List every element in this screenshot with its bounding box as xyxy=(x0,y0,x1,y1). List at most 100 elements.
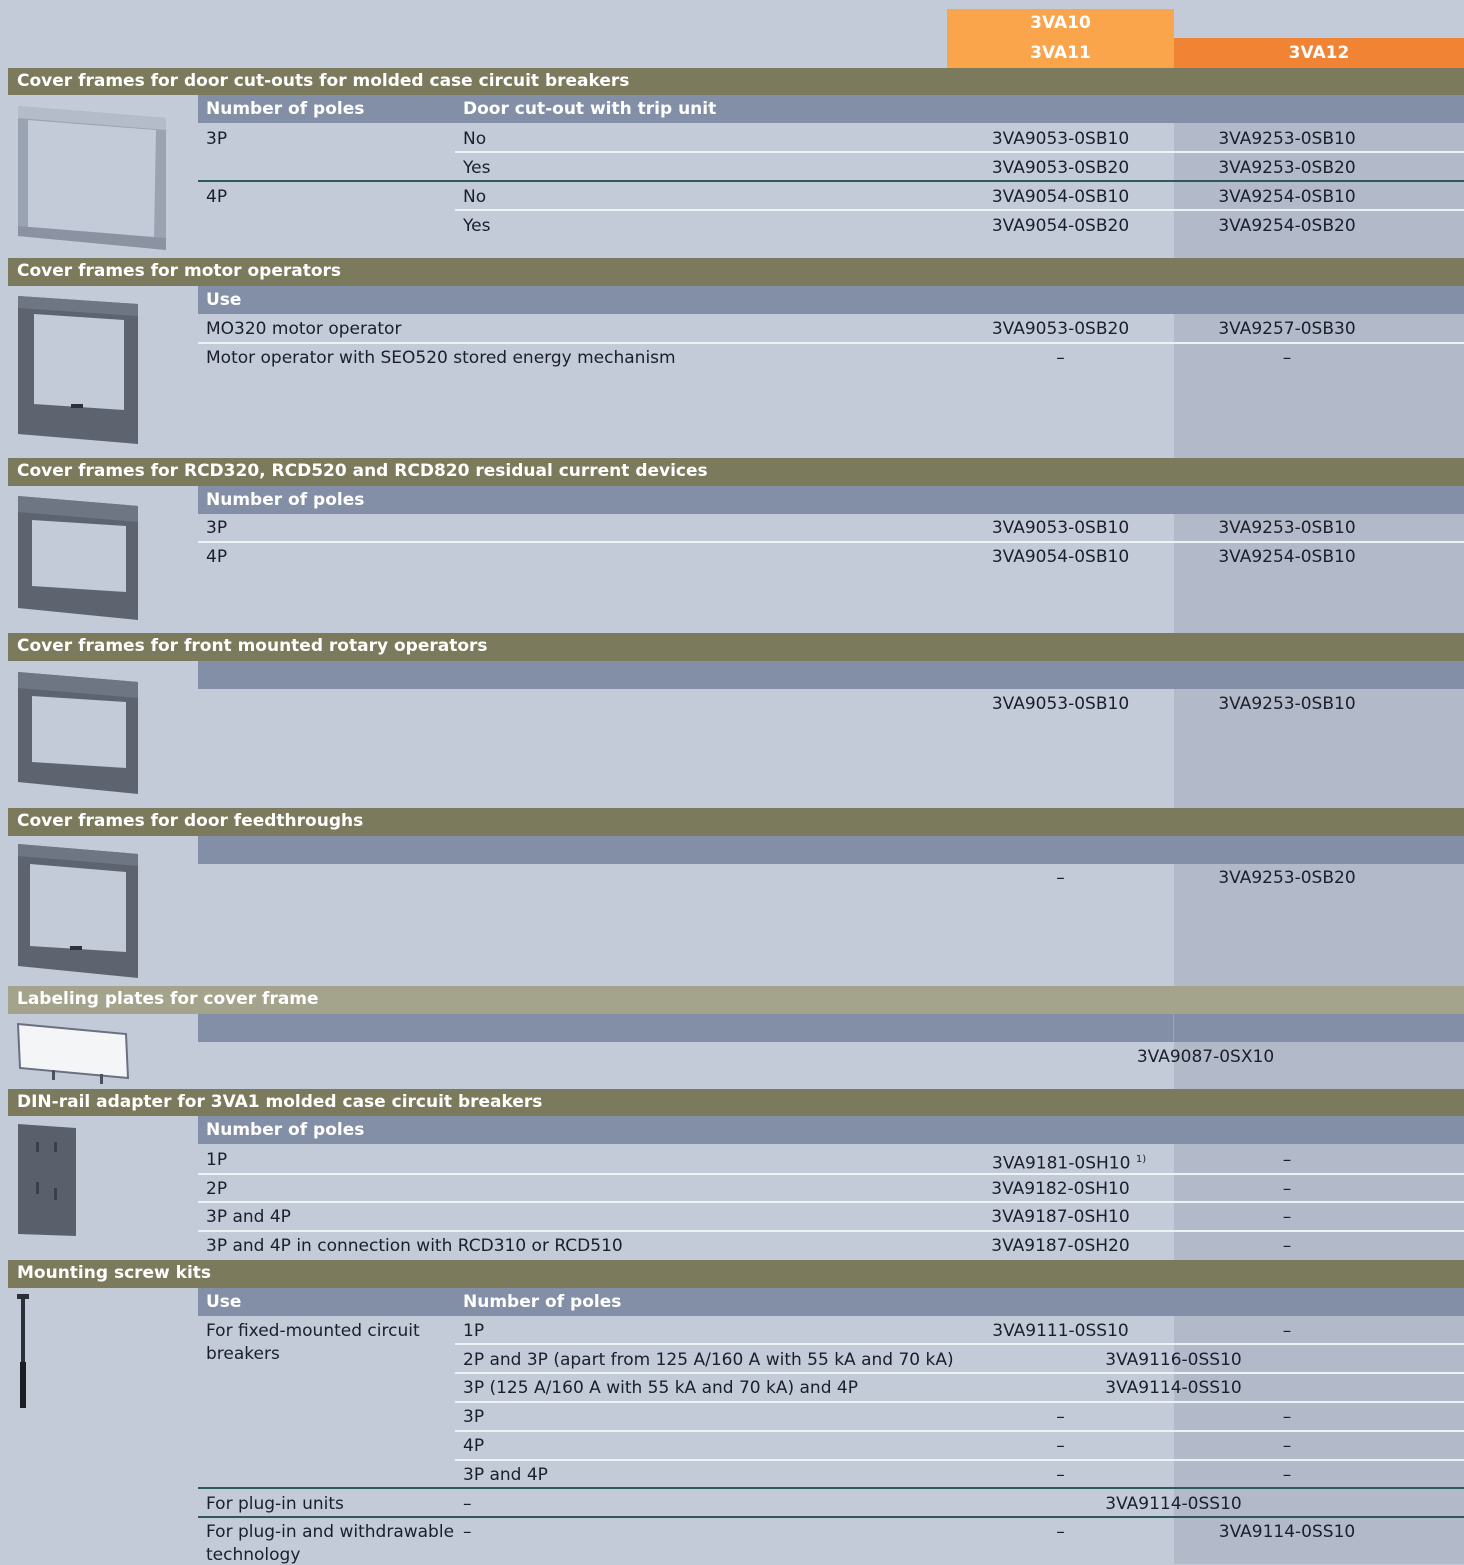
s1-row1-poles: 3P xyxy=(206,129,228,149)
s8-plugw-poles: – xyxy=(463,1522,472,1542)
row-divider xyxy=(198,541,1464,543)
column-divider xyxy=(1173,1014,1174,1042)
subheader-door-cutout-trip: Door cut-out with trip unit xyxy=(463,99,717,119)
subheader-labeling xyxy=(198,1014,1464,1042)
s1-row4-trip: Yes xyxy=(463,216,491,236)
subheader-number-of-poles: Number of poles xyxy=(206,99,365,119)
header-col1-line1: 3VA10 xyxy=(1030,13,1091,33)
s1-row3-trip: No xyxy=(463,187,487,207)
s8-row4-poles: 3P xyxy=(463,1407,485,1427)
group-divider xyxy=(198,1516,1464,1518)
s1-row2-3va12: 3VA9253-0SB20 xyxy=(1218,158,1356,178)
s8-row2-poles: 2P and 3P (apart from 125 A/160 A with 5… xyxy=(463,1350,954,1370)
s1-row3-3va10: 3VA9054-0SB10 xyxy=(991,187,1130,207)
feedthrough-cover-frame-image xyxy=(18,844,138,978)
subheader-rcd: Number of poles xyxy=(198,486,1464,514)
din-rail-adapter-image xyxy=(18,1124,76,1236)
s4-3va10: 3VA9053-0SB10 xyxy=(991,694,1130,714)
s8-plug-3va10-3va12: 3VA9114-0SS10 xyxy=(1105,1494,1242,1514)
s8-row6-3va10: – xyxy=(1056,1465,1065,1485)
row-divider xyxy=(455,1401,1464,1403)
s8-use1-line2: breakers xyxy=(206,1344,280,1364)
rotary-cover-frame-image xyxy=(18,672,138,794)
header-col2: 3VA12 xyxy=(1288,43,1350,63)
s7-row3-poles: 3P and 4P xyxy=(206,1207,291,1227)
s7-row1-3va10-value: 3VA9181-0SH10 xyxy=(992,1153,1131,1174)
labeling-plate-image xyxy=(16,1022,130,1084)
subheader-feedthroughs xyxy=(198,836,1464,864)
s8-row5-3va12: – xyxy=(1282,1436,1292,1456)
s1-row4-3va10: 3VA9054-0SB20 xyxy=(991,216,1130,236)
s2-row2-3va12: – xyxy=(1282,348,1292,368)
row-divider xyxy=(198,1230,1464,1232)
s1-row1-3va10: 3VA9053-0SB10 xyxy=(991,129,1130,149)
s7-row1-3va10: 3VA9181-0SH10 1) xyxy=(992,1150,1146,1174)
s7-row2-poles: 2P xyxy=(206,1179,228,1199)
s7-row4-poles: 3P and 4P in connection with RCD310 or R… xyxy=(206,1236,623,1256)
s5-3va10: – xyxy=(1056,868,1065,888)
s8-row6-poles: 3P and 4P xyxy=(463,1465,548,1485)
s2-row2-3va10: – xyxy=(1056,348,1065,368)
group-divider xyxy=(198,1487,1464,1489)
s2-row1-3va12: 3VA9257-0SB30 xyxy=(1218,319,1356,339)
section-title-mounting-screw-kits: Mounting screw kits xyxy=(8,1260,1464,1288)
s7-row3-3va12: – xyxy=(1282,1207,1292,1227)
s1-row2-trip: Yes xyxy=(463,158,491,178)
subheader-number-of-poles: Number of poles xyxy=(463,1292,622,1312)
s8-row4-3va12: – xyxy=(1282,1407,1292,1427)
s8-row1-3va12: – xyxy=(1282,1321,1292,1341)
cover-frame-image xyxy=(18,106,166,250)
s3-row1-3va12: 3VA9253-0SB10 xyxy=(1218,518,1356,538)
section-title-din-rail-adapter: DIN-rail adapter for 3VA1 molded case ci… xyxy=(8,1089,1464,1116)
s8-plug-poles: – xyxy=(463,1494,472,1514)
header-col1-line2: 3VA11 xyxy=(1030,43,1091,63)
row-divider xyxy=(455,209,1464,211)
subheader-rotary xyxy=(198,661,1464,689)
s8-plugw-use-line1: For plug-in and withdrawable xyxy=(206,1522,455,1542)
s3-row1-3va10: 3VA9053-0SB10 xyxy=(991,518,1130,538)
row-divider xyxy=(455,1372,1464,1374)
s7-row2-3va12: – xyxy=(1282,1179,1292,1199)
subheader-din-rail: Number of poles xyxy=(198,1116,1464,1144)
s8-row1-poles: 1P xyxy=(463,1321,485,1341)
s8-row3-poles: 3P (125 A/160 A with 55 kA and 70 kA) an… xyxy=(463,1378,858,1398)
section-title-rcd-frames: Cover frames for RCD320, RCD520 and RCD8… xyxy=(8,458,1464,486)
s3-row2-3va10: 3VA9054-0SB10 xyxy=(991,547,1130,567)
subheader-use: Use xyxy=(206,1292,242,1312)
s8-row6-3va12: – xyxy=(1282,1465,1292,1485)
s1-row2-3va10: 3VA9053-0SB20 xyxy=(991,158,1130,178)
subheader-screw-kits: Use Number of poles xyxy=(198,1288,1464,1316)
s8-row2-3va10-3va12: 3VA9116-0SS10 xyxy=(1105,1350,1242,1370)
subheader-door-cutouts: Number of poles Door cut-out with trip u… xyxy=(198,95,1464,123)
s2-row1-3va10: 3VA9053-0SB20 xyxy=(991,319,1130,339)
footnote-marker: 1) xyxy=(1135,1154,1147,1165)
s7-row3-3va10: 3VA9187-0SH10 xyxy=(991,1207,1130,1227)
row-divider xyxy=(455,151,1464,153)
section-title-labeling-plates: Labeling plates for cover frame xyxy=(8,986,1464,1014)
section-title-rotary-operators: Cover frames for front mounted rotary op… xyxy=(8,633,1464,661)
s7-row4-3va10: 3VA9187-0SH20 xyxy=(991,1236,1130,1256)
subheader-motor-operators: Use xyxy=(198,286,1464,314)
s1-row1-3va12: 3VA9253-0SB10 xyxy=(1218,129,1356,149)
row-divider xyxy=(455,1430,1464,1432)
s7-row4-3va12: – xyxy=(1282,1236,1292,1256)
s8-row5-poles: 4P xyxy=(463,1436,485,1456)
s3-row1-poles: 3P xyxy=(206,518,228,538)
mounting-screw-image xyxy=(17,1294,29,1408)
motor-cover-frame-image xyxy=(18,296,138,444)
s3-row2-poles: 4P xyxy=(206,547,228,567)
s8-plug-use: For plug-in units xyxy=(206,1494,344,1514)
s8-plugw-use-line2: technology xyxy=(206,1545,301,1565)
row-divider xyxy=(198,1173,1464,1175)
s4-3va12: 3VA9253-0SB10 xyxy=(1218,694,1356,714)
s6-3va10-3va12: 3VA9087-0SX10 xyxy=(1136,1047,1275,1067)
s1-row4-3va12: 3VA9254-0SB20 xyxy=(1218,216,1356,236)
s5-3va12: 3VA9253-0SB20 xyxy=(1218,868,1356,888)
s7-row1-3va12: – xyxy=(1282,1150,1292,1170)
section-title-door-cutouts: Cover frames for door cut-outs for molde… xyxy=(8,68,1464,95)
s8-row4-3va10: – xyxy=(1056,1407,1065,1427)
s8-use1-line1: For fixed-mounted circuit xyxy=(206,1321,420,1341)
s3-row2-3va12: 3VA9254-0SB10 xyxy=(1218,547,1356,567)
s1-row1-trip: No xyxy=(463,129,487,149)
row-divider xyxy=(455,1343,1464,1345)
